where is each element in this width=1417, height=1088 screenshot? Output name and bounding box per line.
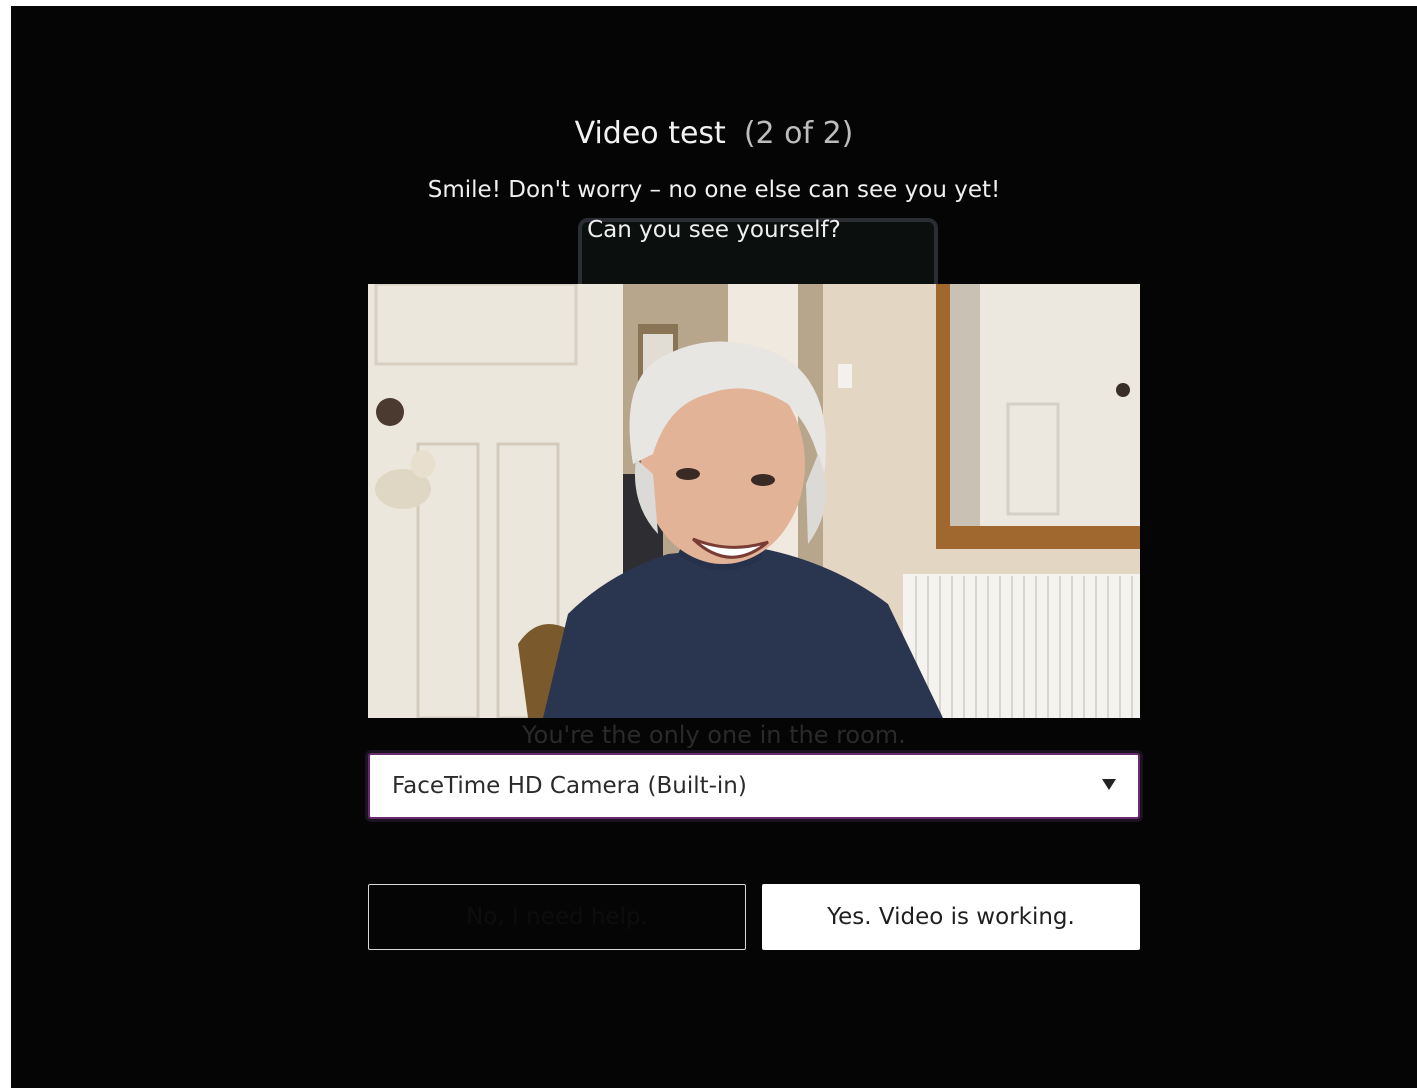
video-test-screen: Video test (2 of 2) Smile! Don't worry – … (11, 6, 1417, 1088)
instruction-line-2: Can you see yourself? (587, 217, 841, 243)
instruction-line-1: Smile! Don't worry – no one else can see… (427, 177, 1001, 203)
video-preview (368, 284, 1140, 718)
need-help-button[interactable]: No, I need help. (368, 884, 746, 950)
camera-select-value: FaceTime HD Camera (Built-in) (392, 773, 747, 799)
room-status-text: You're the only one in the room. (522, 721, 906, 749)
video-working-button[interactable]: Yes. Video is working. (762, 884, 1140, 950)
chevron-down-icon (1102, 779, 1116, 790)
camera-feed-image (368, 284, 1140, 718)
page-title: Video test (2 of 2) (11, 114, 1417, 154)
step-indicator: (2 of 2) (743, 116, 854, 151)
title-text: Video test (574, 116, 726, 151)
camera-select-dropdown[interactable]: FaceTime HD Camera (Built-in) (368, 753, 1140, 819)
